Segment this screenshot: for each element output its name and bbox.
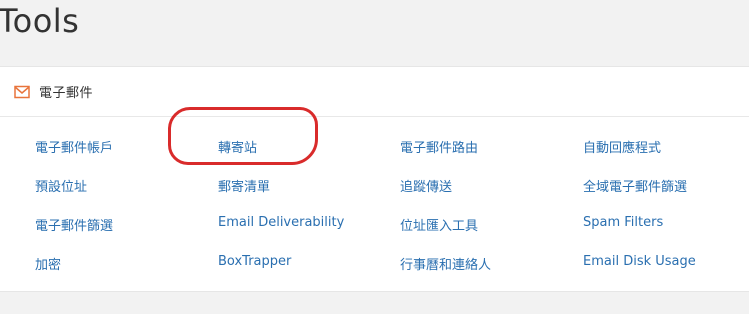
link-encryption[interactable]: 加密 bbox=[35, 254, 61, 273]
link-email-deliverability[interactable]: Email Deliverability bbox=[218, 215, 344, 230]
link-boxtrapper[interactable]: BoxTrapper bbox=[218, 254, 291, 269]
link-default-address[interactable]: 預設位址 bbox=[35, 176, 87, 195]
link-email-filters[interactable]: 電子郵件篩選 bbox=[35, 215, 113, 234]
link-email-accounts[interactable]: 電子郵件帳戶 bbox=[35, 137, 113, 156]
link-autoresponders[interactable]: 自動回應程式 bbox=[583, 137, 661, 156]
link-address-importer[interactable]: 位址匯入工具 bbox=[400, 215, 478, 234]
link-global-email-filters[interactable]: 全域電子郵件篩選 bbox=[583, 176, 687, 195]
envelope-icon bbox=[14, 84, 30, 100]
email-section-panel: 電子郵件 電子郵件帳戶 轉寄站 電子郵件路由 自動回應程式 預設位址 郵寄清單 … bbox=[0, 66, 749, 292]
page-title: Tools bbox=[0, 2, 80, 40]
link-forwarders[interactable]: 轉寄站 bbox=[218, 137, 257, 156]
link-calendars-contacts[interactable]: 行事曆和連絡人 bbox=[400, 254, 491, 273]
link-email-routing[interactable]: 電子郵件路由 bbox=[400, 137, 478, 156]
link-email-disk-usage[interactable]: Email Disk Usage bbox=[583, 254, 696, 269]
link-spam-filters[interactable]: Spam Filters bbox=[583, 215, 663, 230]
section-title: 電子郵件 bbox=[39, 86, 94, 101]
link-mailing-lists[interactable]: 郵寄清單 bbox=[218, 176, 270, 195]
next-panel-edge bbox=[0, 300, 749, 314]
link-track-delivery[interactable]: 追蹤傳送 bbox=[400, 176, 452, 195]
section-header[interactable]: 電子郵件 bbox=[0, 67, 749, 117]
